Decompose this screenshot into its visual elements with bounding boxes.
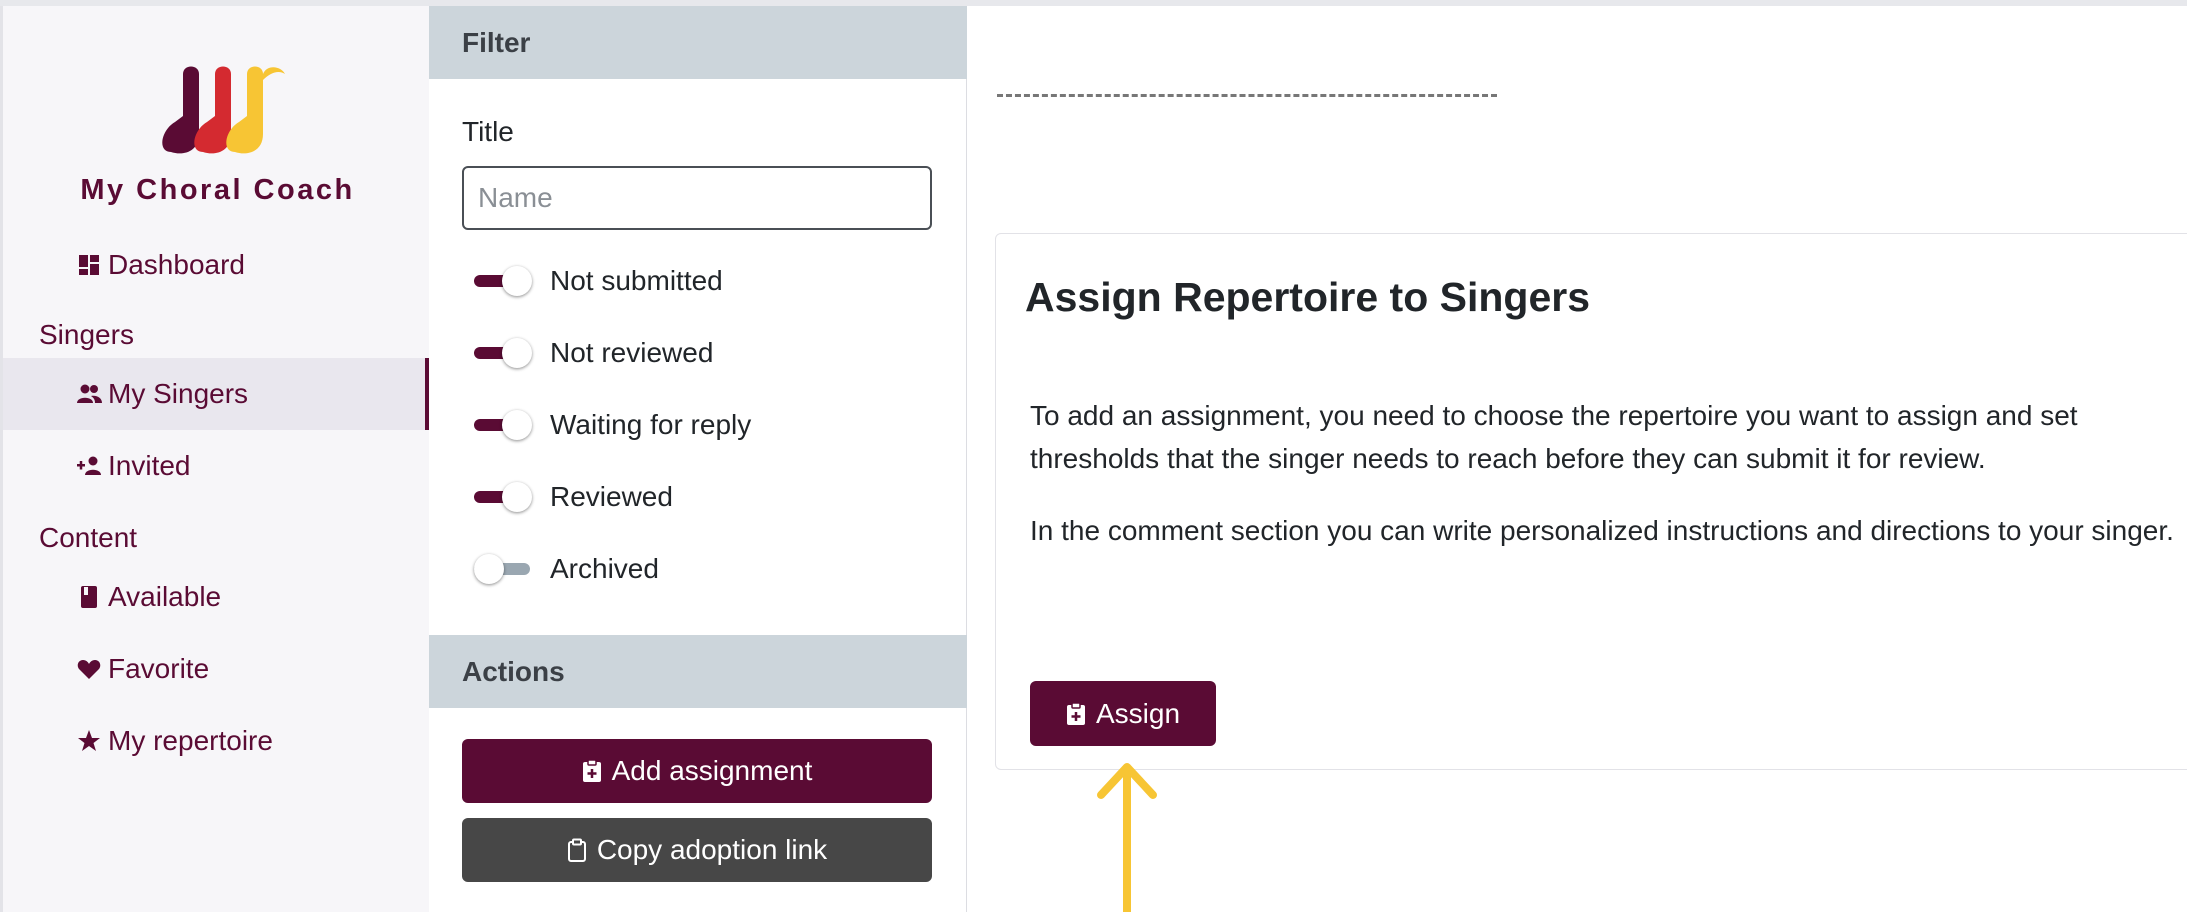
pointer-arrow-icon (1097, 763, 1157, 912)
sidebar-item-my-singers[interactable]: My Singers (3, 358, 429, 430)
filter-panel: Filter Title Not submitted Not reviewed … (429, 6, 967, 912)
toggle-label: Reviewed (550, 481, 673, 512)
section-label-singers: Singers (39, 319, 134, 350)
clipboard-plus-icon (1066, 701, 1086, 726)
heart-icon (76, 656, 102, 682)
main-content: Assign Repertoire to Singers To add an a… (967, 6, 2187, 912)
sidebar-item-my-repertoire[interactable]: My repertoire (3, 705, 429, 777)
person-add-icon (76, 453, 102, 479)
add-assignment-label: Add assignment (611, 755, 813, 786)
toggle-reviewed[interactable]: Reviewed (474, 477, 673, 517)
toggle-not-reviewed[interactable]: Not reviewed (474, 333, 713, 373)
people-icon (76, 381, 102, 407)
section-label-content: Content (39, 522, 138, 553)
sidebar-item-dashboard[interactable]: Dashboard (3, 229, 429, 301)
sidebar: My Choral Coach Dashboard Singers My Sin… (0, 6, 429, 912)
card-paragraph-1: To add an assignment, you need to choose… (1030, 400, 2078, 474)
copy-adoption-link-button[interactable]: Copy adoption link (462, 818, 932, 882)
clipboard-icon (567, 838, 587, 862)
toggle-not-submitted[interactable]: Not submitted (474, 261, 723, 301)
toggle-switch[interactable] (474, 551, 532, 587)
assign-label: Assign (1095, 697, 1181, 729)
assign-button[interactable]: Assign (1030, 681, 1216, 746)
copy-adoption-link-label: Copy adoption link (596, 834, 828, 865)
title-label: Title (462, 116, 514, 147)
clipboard-plus-icon (582, 759, 602, 783)
toggle-label: Not reviewed (550, 337, 714, 368)
toggle-label: Waiting for reply (550, 409, 752, 440)
toggle-switch[interactable] (474, 335, 532, 371)
filter-header: Filter (429, 6, 967, 79)
assign-repertoire-card: Assign Repertoire to Singers To add an a… (995, 233, 2187, 770)
app-logo (162, 66, 285, 154)
add-assignment-button[interactable]: Add assignment (462, 739, 932, 803)
toggle-switch[interactable] (474, 479, 532, 515)
toggle-waiting-for-reply[interactable]: Waiting for reply (474, 405, 751, 445)
sidebar-item-label: My repertoire (108, 725, 273, 756)
card-title: Assign Repertoire to Singers (1025, 274, 1591, 320)
sidebar-item-favorite[interactable]: Favorite (3, 633, 429, 705)
sidebar-item-available[interactable]: Available (3, 561, 429, 633)
book-icon (76, 584, 102, 610)
toggle-switch[interactable] (474, 407, 532, 443)
toggle-label: Archived (550, 553, 659, 584)
sidebar-item-label: Invited (108, 450, 191, 481)
star-icon (76, 728, 102, 754)
sidebar-item-label: Available (108, 581, 222, 612)
sidebar-item-invited[interactable]: Invited (3, 430, 429, 502)
sidebar-item-label: Dashboard (108, 249, 245, 280)
toggle-label: Not submitted (550, 265, 723, 296)
toggle-archived[interactable]: Archived (474, 549, 659, 589)
app-name: My Choral Coach (80, 174, 355, 206)
actions-header: Actions (429, 635, 967, 708)
toggle-switch[interactable] (474, 263, 532, 299)
card-paragraph-2: In the comment section you can write per… (1030, 515, 2174, 546)
clipped-text-line (997, 94, 1497, 108)
sidebar-item-label: My Singers (108, 378, 249, 409)
title-name-input[interactable] (462, 166, 932, 230)
dashboard-icon (76, 252, 102, 278)
sidebar-item-label: Favorite (108, 653, 210, 684)
